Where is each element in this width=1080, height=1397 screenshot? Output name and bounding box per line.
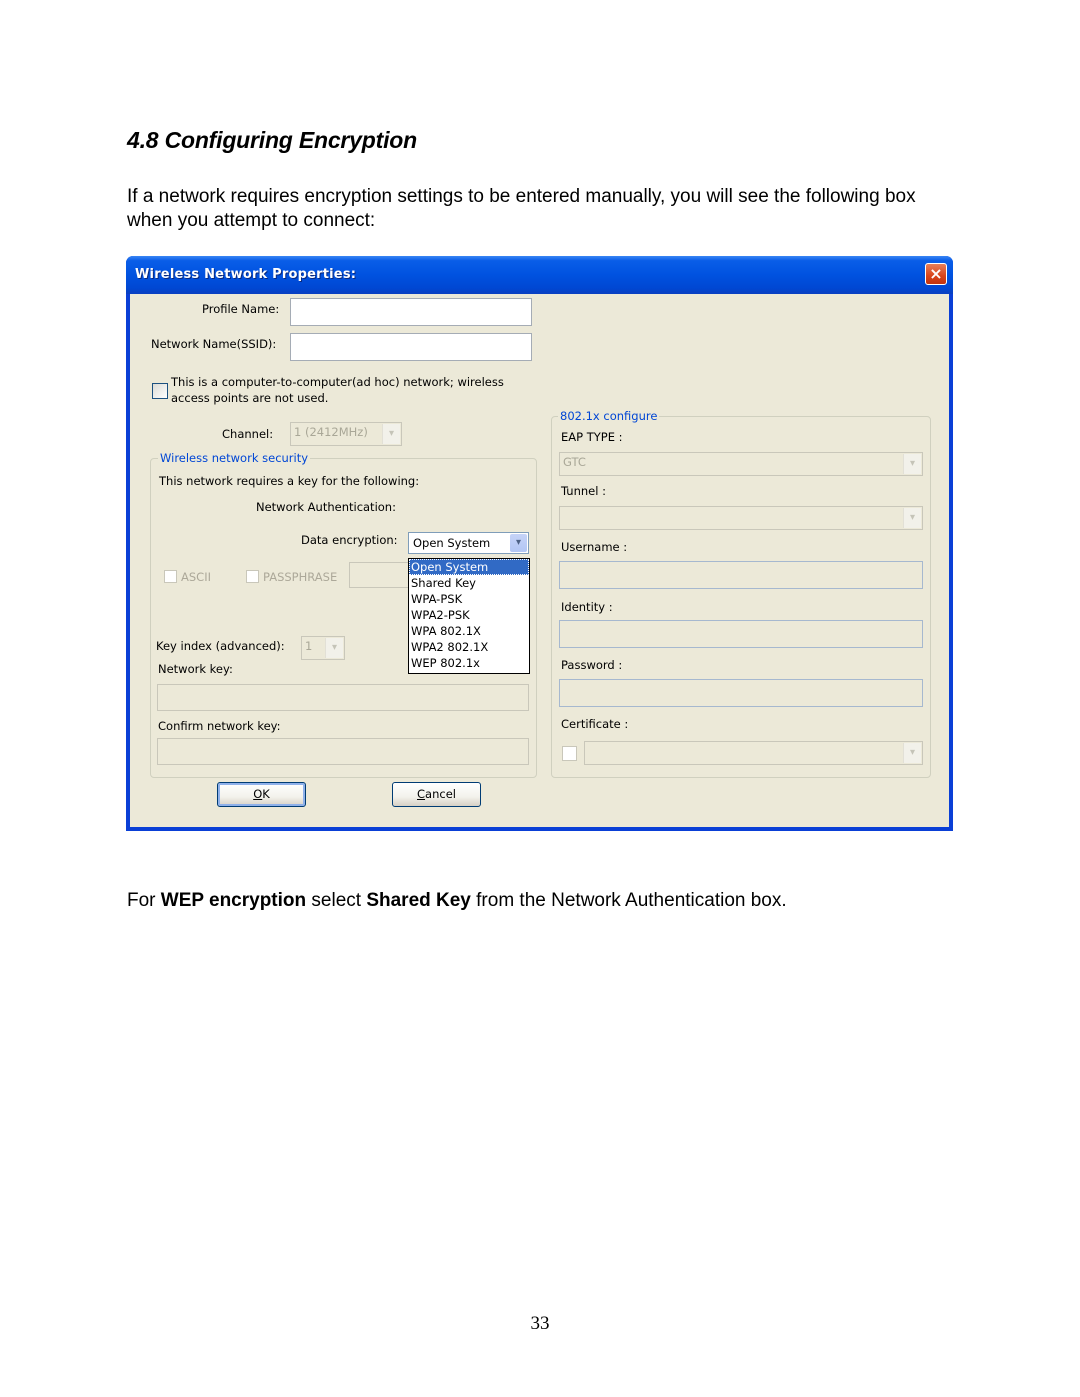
profile-name-label: Profile Name:: [202, 302, 280, 316]
section-heading: 4.8 Configuring Encryption: [127, 127, 417, 153]
profile-name-input[interactable]: [290, 298, 532, 326]
network-authentication-dropdown: Open System Shared Key WPA-PSK WPA2-PSK …: [408, 558, 530, 674]
requires-key-text: This network requires a key for the foll…: [159, 474, 420, 488]
certificate-select[interactable]: ▾: [584, 741, 923, 765]
cancel-label-rest: ancel: [425, 787, 456, 801]
ssid-label: Network Name(SSID):: [151, 337, 277, 351]
key-index-label: Key index (advanced):: [156, 639, 285, 653]
note-text: For: [127, 890, 161, 911]
identity-input[interactable]: [559, 620, 923, 648]
auth-option-open-system[interactable]: Open System: [409, 559, 529, 575]
wep-note-paragraph: For WEP encryption select Shared Key fro…: [127, 889, 947, 913]
tunnel-select[interactable]: ▾: [559, 506, 923, 530]
title-bar[interactable]: Wireless Network Properties: ×: [126, 256, 953, 294]
tunnel-label: Tunnel :: [561, 484, 606, 498]
intro-paragraph: If a network requires encryption setting…: [127, 186, 916, 231]
identity-label: Identity :: [561, 600, 613, 614]
confirm-key-label: Confirm network key:: [158, 719, 281, 733]
channel-value: 1 (2412MHz): [294, 425, 368, 439]
password-label: Password :: [561, 658, 623, 672]
password-input[interactable]: [559, 679, 923, 707]
passphrase-label: PASSPHRASE: [263, 570, 338, 584]
username-input[interactable]: [559, 561, 923, 589]
ok-button[interactable]: OK: [217, 782, 306, 807]
ok-label-rest: K: [262, 787, 270, 801]
network-key-input[interactable]: [157, 684, 529, 711]
ok-mnemonic: O: [253, 787, 263, 801]
certificate-checkbox[interactable]: [562, 746, 577, 761]
chevron-down-icon: ▾: [382, 424, 400, 444]
cancel-mnemonic: C: [417, 787, 426, 801]
note-bold-wep: WEP encryption: [160, 890, 307, 911]
passphrase-checkbox[interactable]: [246, 570, 259, 583]
ascii-checkbox[interactable]: [164, 570, 177, 583]
close-icon: ×: [929, 264, 943, 283]
cancel-button[interactable]: Cancel: [392, 782, 481, 807]
wireless-network-properties-dialog: Wireless Network Properties: × Profile N…: [126, 256, 953, 831]
ascii-label: ASCII: [181, 570, 211, 584]
network-key-label: Network key:: [158, 662, 233, 676]
channel-label: Channel:: [222, 427, 274, 441]
auth-label: Network Authentication:: [256, 500, 396, 514]
close-button[interactable]: ×: [925, 263, 947, 285]
eap-type-value: GTC: [563, 455, 586, 469]
auth-option-wep-8021x[interactable]: WEP 802.1x: [409, 655, 529, 671]
certificate-label: Certificate :: [561, 717, 629, 731]
security-group-label: Wireless network security: [158, 451, 311, 465]
adhoc-checkbox[interactable]: [152, 383, 168, 399]
dialog-title: Wireless Network Properties:: [135, 267, 357, 282]
chevron-down-icon: ▾: [903, 508, 921, 528]
eap-type-select[interactable]: GTC ▾: [559, 452, 923, 476]
eap-group-label: 802.1x configure: [558, 409, 660, 423]
auth-option-shared-key[interactable]: Shared Key: [409, 575, 529, 591]
confirm-key-input[interactable]: [157, 738, 529, 765]
adhoc-label-line1: This is a computer-to-computer(ad hoc) n…: [171, 375, 504, 389]
auth-option-wpa2-psk[interactable]: WPA2-PSK: [409, 607, 529, 623]
auth-option-wpa-psk[interactable]: WPA-PSK: [409, 591, 529, 607]
eap-type-label: EAP TYPE :: [561, 430, 623, 444]
chevron-down-icon: ▾: [903, 743, 921, 763]
encryption-label: Data encryption:: [301, 533, 398, 547]
note-text: from the Network Authentication box.: [470, 890, 787, 911]
key-index-value: 1: [305, 639, 313, 653]
network-authentication-select[interactable]: Open System ▾: [408, 532, 529, 554]
passphrase-input[interactable]: [349, 562, 409, 588]
auth-option-wpa2-8021x[interactable]: WPA2 802.1X: [409, 639, 529, 655]
channel-select[interactable]: 1 (2412MHz) ▾: [290, 422, 402, 446]
username-label: Username :: [561, 540, 628, 554]
adhoc-label-line2: access points are not used.: [171, 391, 329, 405]
note-bold-shared-key: Shared Key: [366, 890, 471, 911]
note-text: select: [306, 890, 367, 911]
chevron-down-icon: ▾: [325, 638, 343, 658]
auth-option-wpa-8021x[interactable]: WPA 802.1X: [409, 623, 529, 639]
chevron-down-icon: ▾: [510, 534, 527, 552]
dialog-body: Profile Name: Network Name(SSID): This i…: [130, 294, 949, 827]
auth-value: Open System: [413, 536, 491, 550]
ssid-input[interactable]: [290, 333, 532, 361]
key-index-select[interactable]: 1 ▾: [301, 636, 345, 660]
page-number: 33: [530, 1313, 550, 1334]
chevron-down-icon: ▾: [903, 454, 921, 474]
